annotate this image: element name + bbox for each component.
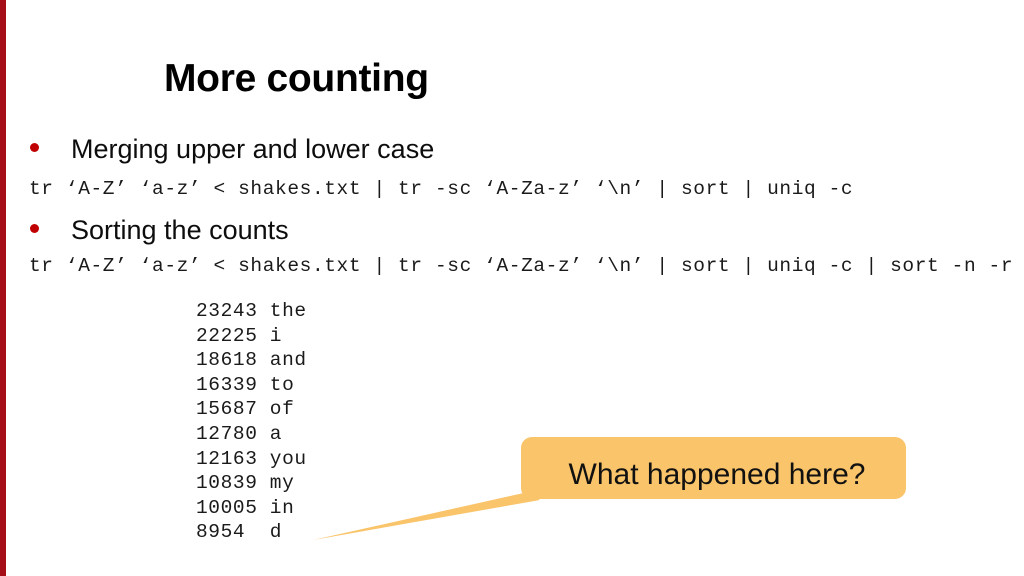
callout-label: What happened here? [568, 458, 866, 491]
callout-shape [313, 437, 906, 540]
bullet-item-label: Sorting the counts [71, 215, 289, 245]
counts-output-list: 23243 the 22225 i 18618 and 16339 to 15687 o… [196, 299, 307, 545]
bullet-item-label: Merging upper and lower case [71, 134, 435, 164]
counts-output-row: 12780 a [196, 422, 283, 445]
counts-output-row: 15687 of [196, 398, 295, 421]
callout-tail-icon [313, 492, 540, 540]
counts-output-row: 12163 you [196, 447, 307, 470]
bullet-dot-icon [30, 143, 39, 152]
callout-annotation: What happened here? [300, 430, 920, 550]
counts-output-row: 16339 to [196, 373, 295, 396]
code-line-sort-counts: tr ‘A-Z’ ‘a-z’ < shakes.txt | tr -sc ‘A-… [29, 255, 1014, 277]
counts-output-row: 8954 d [196, 521, 283, 544]
page-title: More counting [164, 57, 429, 100]
slide: More counting Merging upper and lower ca… [0, 0, 1024, 576]
bullet-dot-icon [30, 224, 39, 233]
counts-output-row: 22225 i [196, 324, 283, 347]
bullet-item-sorting: Sorting the counts [30, 215, 289, 246]
left-accent-bar-gap [6, 0, 8, 576]
bullet-item-merging: Merging upper and lower case [30, 134, 434, 165]
counts-output-row: 23243 the [196, 300, 307, 322]
callout-bubble [521, 437, 906, 499]
counts-output-row: 10005 in [196, 496, 295, 519]
counts-output-row: 10839 my [196, 472, 295, 495]
code-line-merge-case: tr ‘A-Z’ ‘a-z’ < shakes.txt | tr -sc ‘A-… [29, 178, 854, 200]
counts-output-row: 18618 and [196, 349, 307, 372]
